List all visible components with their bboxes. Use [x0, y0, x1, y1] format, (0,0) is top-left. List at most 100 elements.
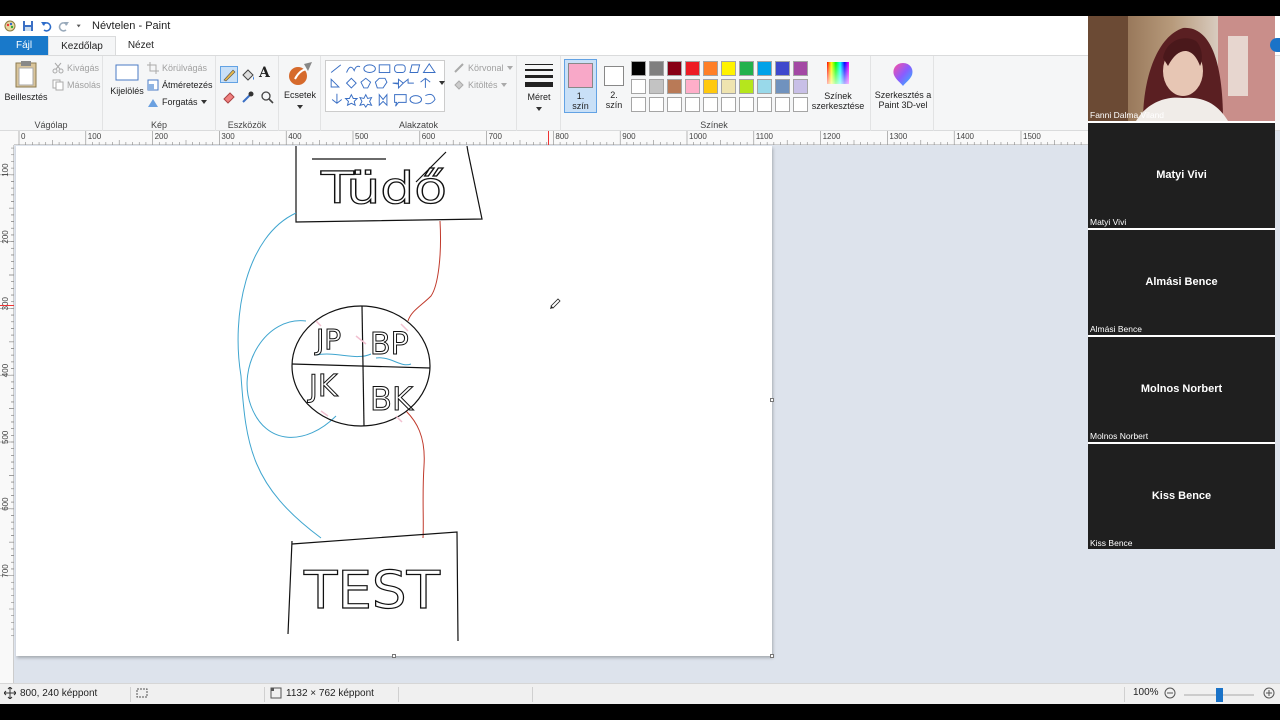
crop-label: Körülvágás	[162, 63, 208, 73]
participant-tile[interactable]: Almási Bence Almási Bence	[1088, 230, 1275, 335]
participant-tile[interactable]: Molnos Norbert Molnos Norbert	[1088, 337, 1275, 442]
fill-label: Kitöltés	[468, 80, 498, 90]
color1-label-number: 1.	[576, 91, 585, 101]
canvas-resize-handle-corner[interactable]	[770, 654, 774, 658]
redo-icon[interactable]	[58, 20, 70, 32]
undo-icon[interactable]	[40, 20, 52, 32]
group-brushes[interactable]: Ecsetek	[279, 56, 321, 132]
color-swatch[interactable]	[649, 97, 664, 112]
canvas-area[interactable]: Tüdő JP BP JK BK TEST	[15, 146, 1088, 684]
color-swatch[interactable]	[739, 97, 754, 112]
edit-colors-button[interactable]: Színek szerkesztése	[809, 60, 867, 111]
ruler-label: 500	[355, 132, 369, 141]
color2-button[interactable]: 2. szín	[599, 59, 629, 113]
color-swatch[interactable]	[775, 61, 790, 76]
zoom-slider-thumb[interactable]	[1215, 688, 1223, 702]
color-swatch[interactable]	[667, 79, 682, 94]
fill-button[interactable]: Kitöltés	[453, 79, 507, 91]
ruler-label: 200	[155, 132, 169, 141]
color-swatch[interactable]	[793, 97, 808, 112]
outline-button[interactable]: Körvonal	[453, 62, 513, 74]
zoom-in-button[interactable]	[1263, 687, 1275, 699]
chevron-down-icon[interactable]	[439, 80, 445, 86]
copy-button[interactable]: Másolás	[52, 79, 101, 91]
zoom-slider[interactable]	[1184, 688, 1254, 702]
zoom-out-button[interactable]	[1164, 687, 1176, 699]
color-swatch[interactable]	[757, 61, 772, 76]
color-swatch[interactable]	[667, 61, 682, 76]
cursor-position: 800, 240 képpont	[4, 687, 97, 699]
status-separator	[532, 687, 533, 702]
color-swatch[interactable]	[649, 61, 664, 76]
color-swatch[interactable]	[667, 97, 682, 112]
crop-button[interactable]: Körülvágás	[147, 62, 207, 74]
ruler-label: 300	[221, 132, 235, 141]
color-swatch[interactable]	[685, 61, 700, 76]
quadrant-text-bottom-left: JK	[307, 369, 339, 404]
edit-colors-line2: szerkesztése	[811, 101, 865, 111]
color1-label: 1. szín	[565, 91, 596, 111]
color-picker-icon[interactable]	[241, 90, 255, 104]
color-swatch[interactable]	[775, 79, 790, 94]
color-swatch[interactable]	[703, 61, 718, 76]
customize-toolbar-icon[interactable]	[76, 20, 84, 32]
rotate-button[interactable]: Forgatás	[147, 96, 207, 108]
size-label: Méret	[527, 92, 551, 102]
canvas-resize-handle-bottom[interactable]	[392, 654, 396, 658]
resize-button[interactable]: Átméretezés	[147, 79, 213, 91]
ruler-label: 700	[489, 132, 503, 141]
participant-display-name: Matyi Vivi	[1156, 169, 1207, 181]
tab-home[interactable]: Kezdőlap	[48, 36, 116, 55]
zoom-in-icon	[1263, 687, 1275, 699]
paint3d-button[interactable]: Szerkesztés a Paint 3D-vel	[870, 56, 934, 132]
color-swatch[interactable]	[721, 97, 736, 112]
paint3d-icon	[893, 63, 913, 86]
color-swatch[interactable]	[757, 97, 772, 112]
shapes-gallery[interactable]	[325, 60, 445, 112]
size-button[interactable]: Méret	[517, 56, 561, 132]
tab-file[interactable]: Fájl	[0, 36, 49, 55]
save-icon[interactable]	[22, 20, 34, 32]
eraser-icon[interactable]	[222, 90, 236, 104]
color-swatch[interactable]	[703, 97, 718, 112]
tab-view[interactable]: Nézet	[116, 36, 166, 55]
color-spectrum-icon	[827, 62, 849, 84]
color-swatch[interactable]	[793, 79, 808, 94]
canvas-size: 1132 × 762 képpont	[270, 687, 374, 699]
fill-bucket-icon[interactable]	[241, 68, 255, 82]
color-swatch[interactable]	[631, 79, 646, 94]
pencil-tool[interactable]	[220, 66, 238, 83]
participant-display-name: Almási Bence	[1145, 276, 1218, 288]
drawing[interactable]: Tüdő JP BP JK BK TEST	[16, 146, 772, 656]
participant-tile[interactable]: Matyi Vivi Matyi Vivi	[1088, 123, 1275, 228]
color-swatch[interactable]	[721, 61, 736, 76]
color-swatch[interactable]	[649, 79, 664, 94]
zoom-level: 100%	[1133, 687, 1159, 698]
color-swatch[interactable]	[793, 61, 808, 76]
color-swatch[interactable]	[631, 97, 646, 112]
color-swatch[interactable]	[775, 97, 790, 112]
canvas-resize-handle-right[interactable]	[770, 398, 774, 402]
ruler-label: 700	[1, 564, 10, 578]
color1-button[interactable]: 1. szín	[564, 59, 597, 113]
cut-button[interactable]: Kivágás	[52, 62, 99, 74]
color-swatch[interactable]	[739, 61, 754, 76]
color-swatch[interactable]	[739, 79, 754, 94]
color-swatch[interactable]	[685, 79, 700, 94]
color-swatch[interactable]	[703, 79, 718, 94]
rotate-label: Forgatás	[162, 97, 198, 107]
bottom-box-text: TEST	[303, 561, 440, 621]
drawing-canvas[interactable]: Tüdő JP BP JK BK TEST	[16, 146, 774, 658]
panel-toggle-button[interactable]	[1270, 38, 1280, 52]
color-swatch[interactable]	[631, 61, 646, 76]
participant-tile[interactable]: Fanni Dalma Viland	[1088, 16, 1275, 121]
magnifier-icon[interactable]	[260, 90, 274, 104]
color-swatch[interactable]	[685, 97, 700, 112]
text-tool-icon[interactable]: A	[259, 65, 270, 81]
participant-tile[interactable]: Kiss Bence Kiss Bence	[1088, 444, 1275, 549]
color-swatch[interactable]	[757, 79, 772, 94]
ruler-label: 1300	[889, 132, 907, 141]
paste-button[interactable]: Beillesztés	[4, 60, 48, 102]
color-swatch[interactable]	[721, 79, 736, 94]
select-button[interactable]: Kijelölés	[107, 62, 147, 96]
